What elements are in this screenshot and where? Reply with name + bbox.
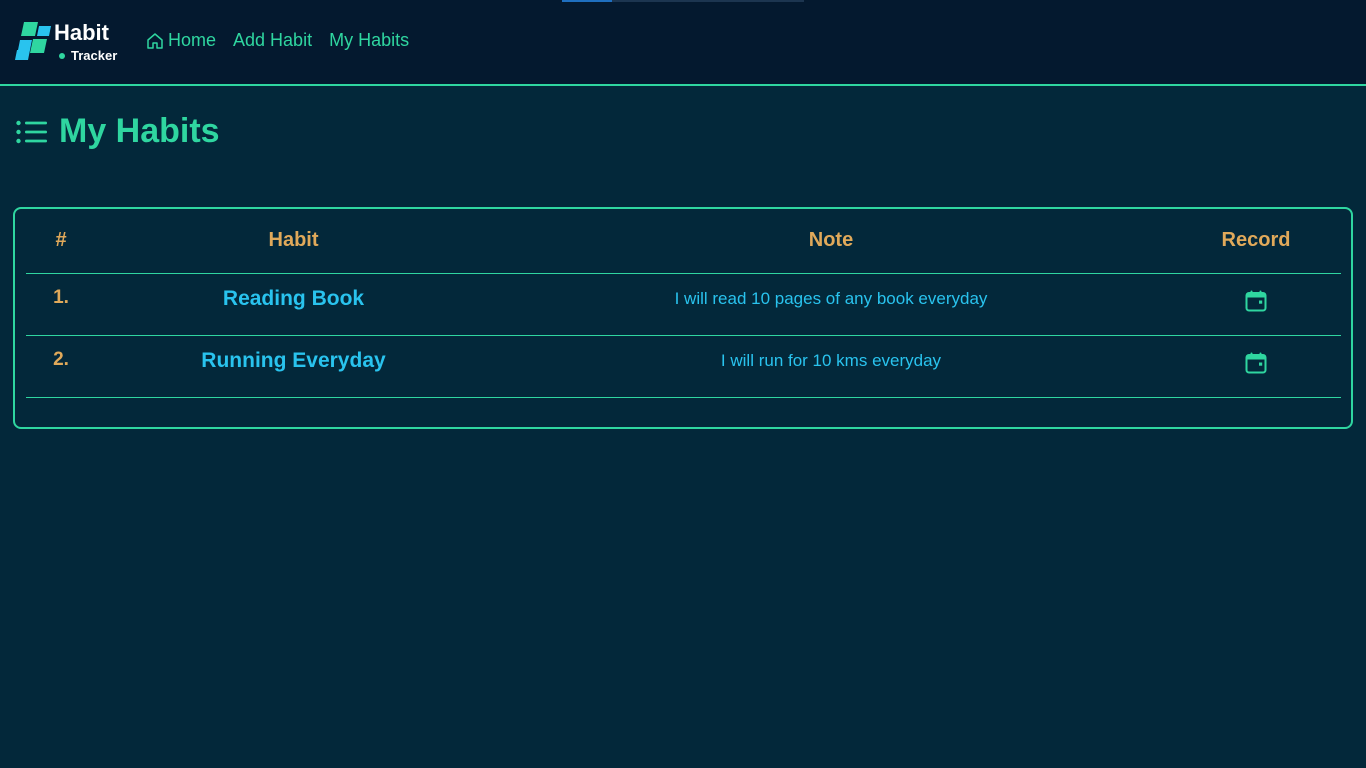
nav-add-habit-link[interactable]: Add Habit (233, 30, 312, 51)
record-cell (1171, 273, 1341, 336)
navbar: Habit Tracker Home Add Habit My Habits (0, 0, 1366, 86)
nav-links: Home Add Habit My Habits (146, 30, 409, 51)
brand-subtitle: Tracker (71, 48, 118, 63)
nav-home-link[interactable]: Home (146, 30, 216, 51)
table-header-row: # Habit Note Record (26, 209, 1341, 274)
header-note: Note (491, 209, 1171, 274)
page-heading: My Habits (59, 112, 220, 150)
brand-dot (59, 53, 65, 59)
header-num: # (26, 209, 96, 274)
page-title: My Habits (16, 112, 220, 151)
record-cell (1171, 335, 1341, 398)
brand[interactable]: Habit Tracker (14, 18, 124, 64)
page-load-indicator-active (562, 0, 612, 2)
habit-note: I will read 10 pages of any book everyda… (491, 273, 1171, 336)
header-habit: Habit (96, 209, 491, 274)
habits-table: # Habit Note Record 1. Reading Book I wi… (26, 209, 1341, 398)
nav-my-habits-link[interactable]: My Habits (329, 30, 409, 51)
habit-tracker-logo-icon (15, 22, 51, 60)
header-record: Record (1171, 209, 1341, 274)
calendar-icon[interactable] (1244, 351, 1268, 375)
calendar-icon[interactable] (1244, 289, 1268, 313)
list-icon (16, 120, 47, 143)
nav-home-label: Home (168, 30, 217, 50)
habit-note: I will run for 10 kms everyday (491, 335, 1171, 398)
page-load-indicator (562, 0, 804, 2)
home-icon (147, 32, 163, 49)
table-row: 1. Reading Book I will read 10 pages of … (26, 273, 1341, 336)
brand-title: Habit (54, 20, 109, 45)
table-row: 2. Running Everyday I will run for 10 km… (26, 335, 1341, 398)
habit-name: Running Everyday (96, 335, 491, 398)
row-number: 2. (26, 335, 96, 398)
habit-name: Reading Book (96, 273, 491, 336)
row-number: 1. (26, 273, 96, 336)
habits-table-card: # Habit Note Record 1. Reading Book I wi… (13, 207, 1353, 429)
